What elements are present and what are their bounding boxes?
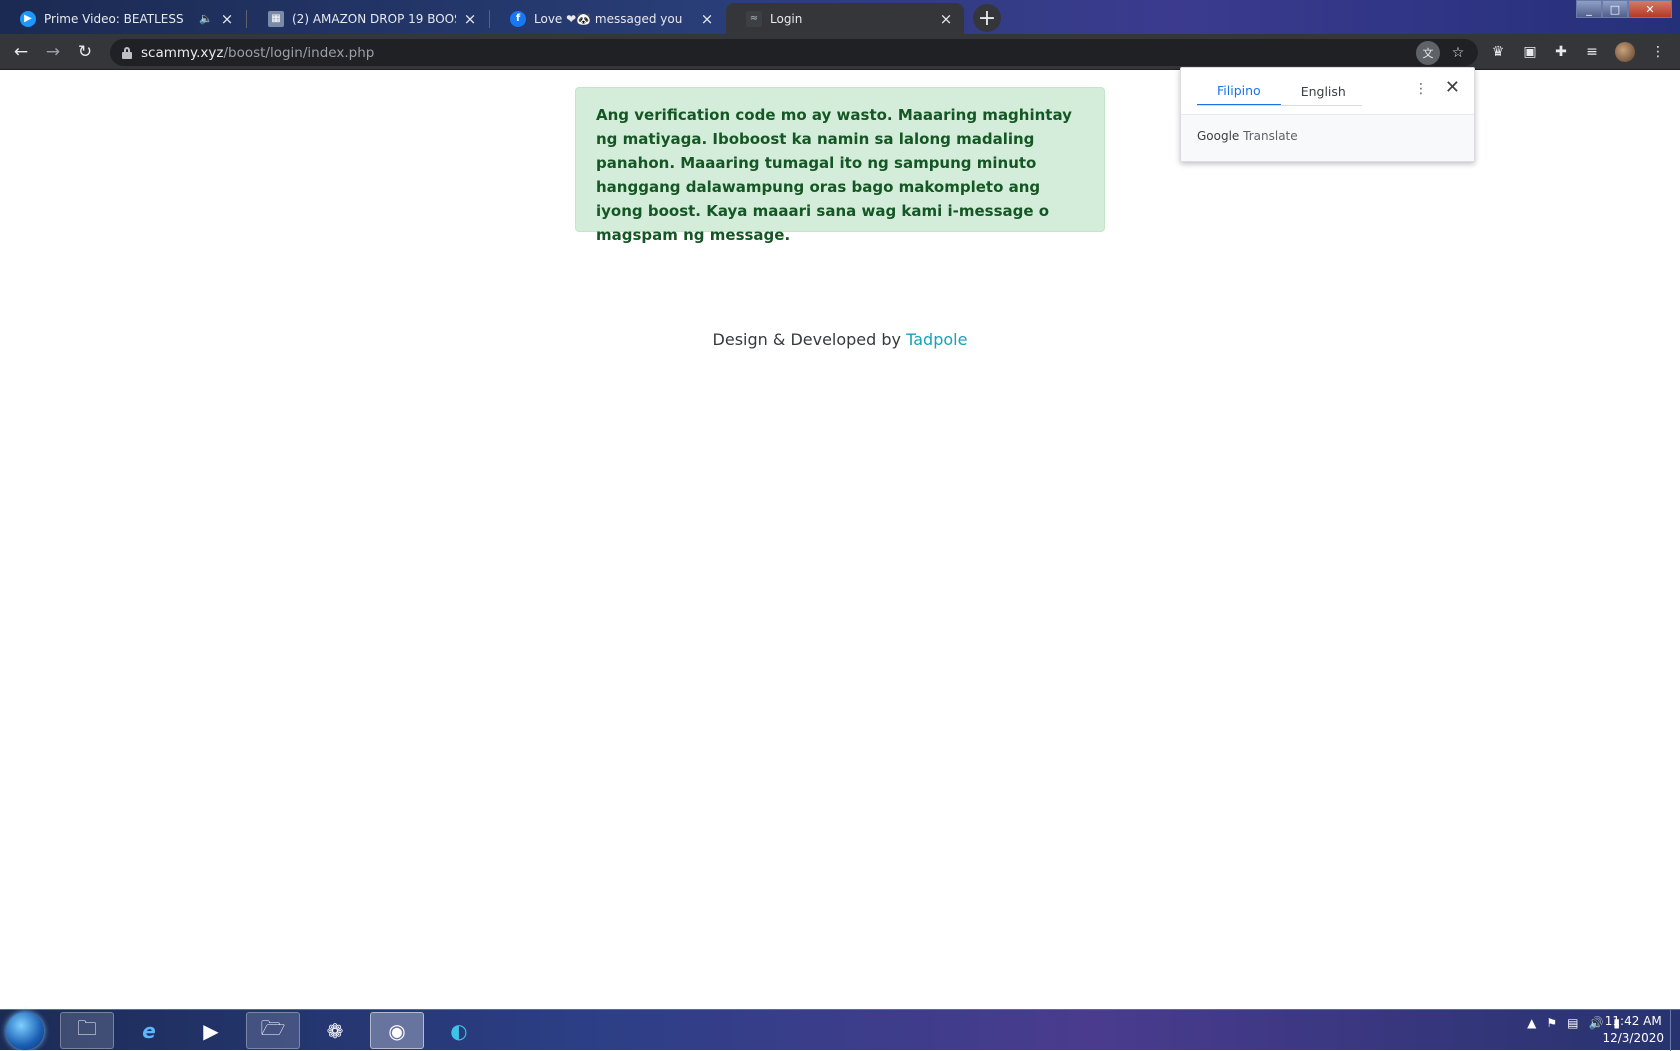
show-desktop-button[interactable] (1670, 1010, 1680, 1051)
tab-strip: ▶ Prime Video: BEATLESS 🔈 × ▦ (2) AMAZON… (0, 0, 1680, 34)
url-host: scammy.xyz (141, 44, 224, 61)
url-path: /boost/login/index.php (223, 44, 375, 61)
tab-title: Love ❤🐼 messaged you (534, 11, 683, 26)
tab-prime-video[interactable]: ▶ Prime Video: BEATLESS 🔈 × (0, 3, 245, 34)
forward-button[interactable]: → (41, 40, 65, 64)
close-tab-icon[interactable]: × (462, 10, 478, 28)
page-content: Ang verification code mo ay wasto. Maaar… (0, 71, 1680, 1009)
menu-icon[interactable]: ⋮ (1646, 40, 1670, 64)
bookmark-star-icon[interactable]: ☆ (1446, 41, 1470, 65)
mute-icon[interactable]: 🔈 (199, 12, 213, 25)
prime-video-icon: ▶ (20, 10, 36, 27)
address-bar[interactable]: scammy.xyz/boost/login/index.php 文 ☆ (110, 39, 1478, 66)
success-alert: Ang verification code mo ay wasto. Maaar… (575, 87, 1105, 244)
translate-branding: Google Translate (1181, 114, 1474, 161)
tab-separator (246, 10, 247, 28)
maximize-button[interactable]: □ (1602, 0, 1628, 18)
browser-toolbar: ← → ↻ scammy.xyz/boost/login/index.php 文… (0, 34, 1680, 70)
tab-title: Login (770, 11, 803, 26)
tab-title: Prime Video: BEATLESS (44, 11, 184, 26)
footer-link[interactable]: Tadpole (906, 330, 967, 349)
translate-popup: Filipino English ⋮ ✕ Google Translate (1180, 67, 1475, 162)
chrome-icon[interactable]: ◉ (370, 1012, 424, 1049)
url-text: scammy.xyz/boost/login/index.php (141, 45, 374, 61)
tab-title: (2) AMAZON DROP 19 BOOSTIN (292, 11, 456, 26)
extension-icon[interactable]: ▣ (1518, 40, 1542, 64)
omnibox-actions: 文 ☆ (1410, 41, 1470, 65)
edge-icon[interactable]: ◐ (432, 1012, 486, 1049)
extensions-puzzle-icon[interactable]: ✚ (1549, 40, 1573, 64)
lock-icon[interactable] (122, 46, 132, 59)
taskbar: 🗀 e ▶ 🗁 ❁ ◉ ◐ ▲ ⚑ ▤ 🔊 ▮ 11:42 AM 12/3/20… (0, 1009, 1680, 1051)
minimize-button[interactable]: _ (1576, 0, 1602, 18)
tray-app-icon[interactable]: ▤ (1567, 1016, 1578, 1030)
folder-icon[interactable]: 🗁 (246, 1012, 300, 1049)
close-icon[interactable]: ✕ (1445, 77, 1460, 98)
window-close-button[interactable]: ✕ (1628, 0, 1672, 18)
avatar[interactable] (1615, 42, 1635, 62)
more-options-icon[interactable]: ⋮ (1414, 81, 1428, 97)
tab-amazon-drop[interactable]: ▦ (2) AMAZON DROP 19 BOOSTIN × (248, 3, 488, 34)
extension-icon[interactable]: ♛ (1486, 40, 1510, 64)
close-tab-icon[interactable]: × (938, 10, 954, 28)
back-button[interactable]: ← (9, 40, 33, 64)
file-explorer-icon[interactable]: 🗀 (60, 1012, 114, 1049)
close-tab-icon[interactable]: × (219, 10, 235, 28)
google-brand: Google (1197, 129, 1240, 143)
language-tabs: Filipino English (1197, 76, 1366, 106)
volume-icon[interactable]: 🔊 (1588, 1016, 1603, 1030)
close-tab-icon[interactable]: × (699, 10, 715, 28)
tab-target-language[interactable]: English (1281, 76, 1366, 106)
show-hidden-icons-icon[interactable]: ▲ (1527, 1016, 1536, 1030)
action-center-flag-icon[interactable]: ⚑ (1546, 1016, 1557, 1030)
clock[interactable]: 11:42 AM 12/3/2020 (1602, 1013, 1664, 1047)
footer-prefix: Design & Developed by (712, 330, 907, 349)
tab-divider (1197, 105, 1362, 106)
facebook-icon: f (510, 10, 526, 27)
clock-date: 12/3/2020 (1602, 1031, 1664, 1045)
tab-facebook-message[interactable]: f Love ❤🐼 messaged you × (490, 3, 725, 34)
footer-credit: Design & Developed by Tadpole (0, 330, 1680, 349)
translate-brand: Translate (1243, 129, 1298, 143)
clock-time: 11:42 AM (1604, 1014, 1662, 1028)
gift-box-icon: ▦ (268, 10, 284, 27)
window-controls: _ □ ✕ (1576, 0, 1672, 18)
reload-button[interactable]: ↻ (73, 40, 97, 64)
media-controls-icon[interactable]: ≡ (1580, 40, 1604, 64)
tab-source-language[interactable]: Filipino (1197, 76, 1281, 106)
new-tab-button[interactable]: + (973, 4, 1001, 32)
internet-explorer-icon[interactable]: e (122, 1012, 176, 1049)
start-button[interactable] (6, 1012, 44, 1050)
media-player-icon[interactable]: ▶ (184, 1012, 238, 1049)
app-icon[interactable]: ❁ (308, 1012, 362, 1049)
translate-icon[interactable]: 文 (1416, 41, 1440, 65)
site-favicon: ≈ (746, 10, 762, 27)
tab-login[interactable]: ≈ Login × (726, 3, 964, 34)
